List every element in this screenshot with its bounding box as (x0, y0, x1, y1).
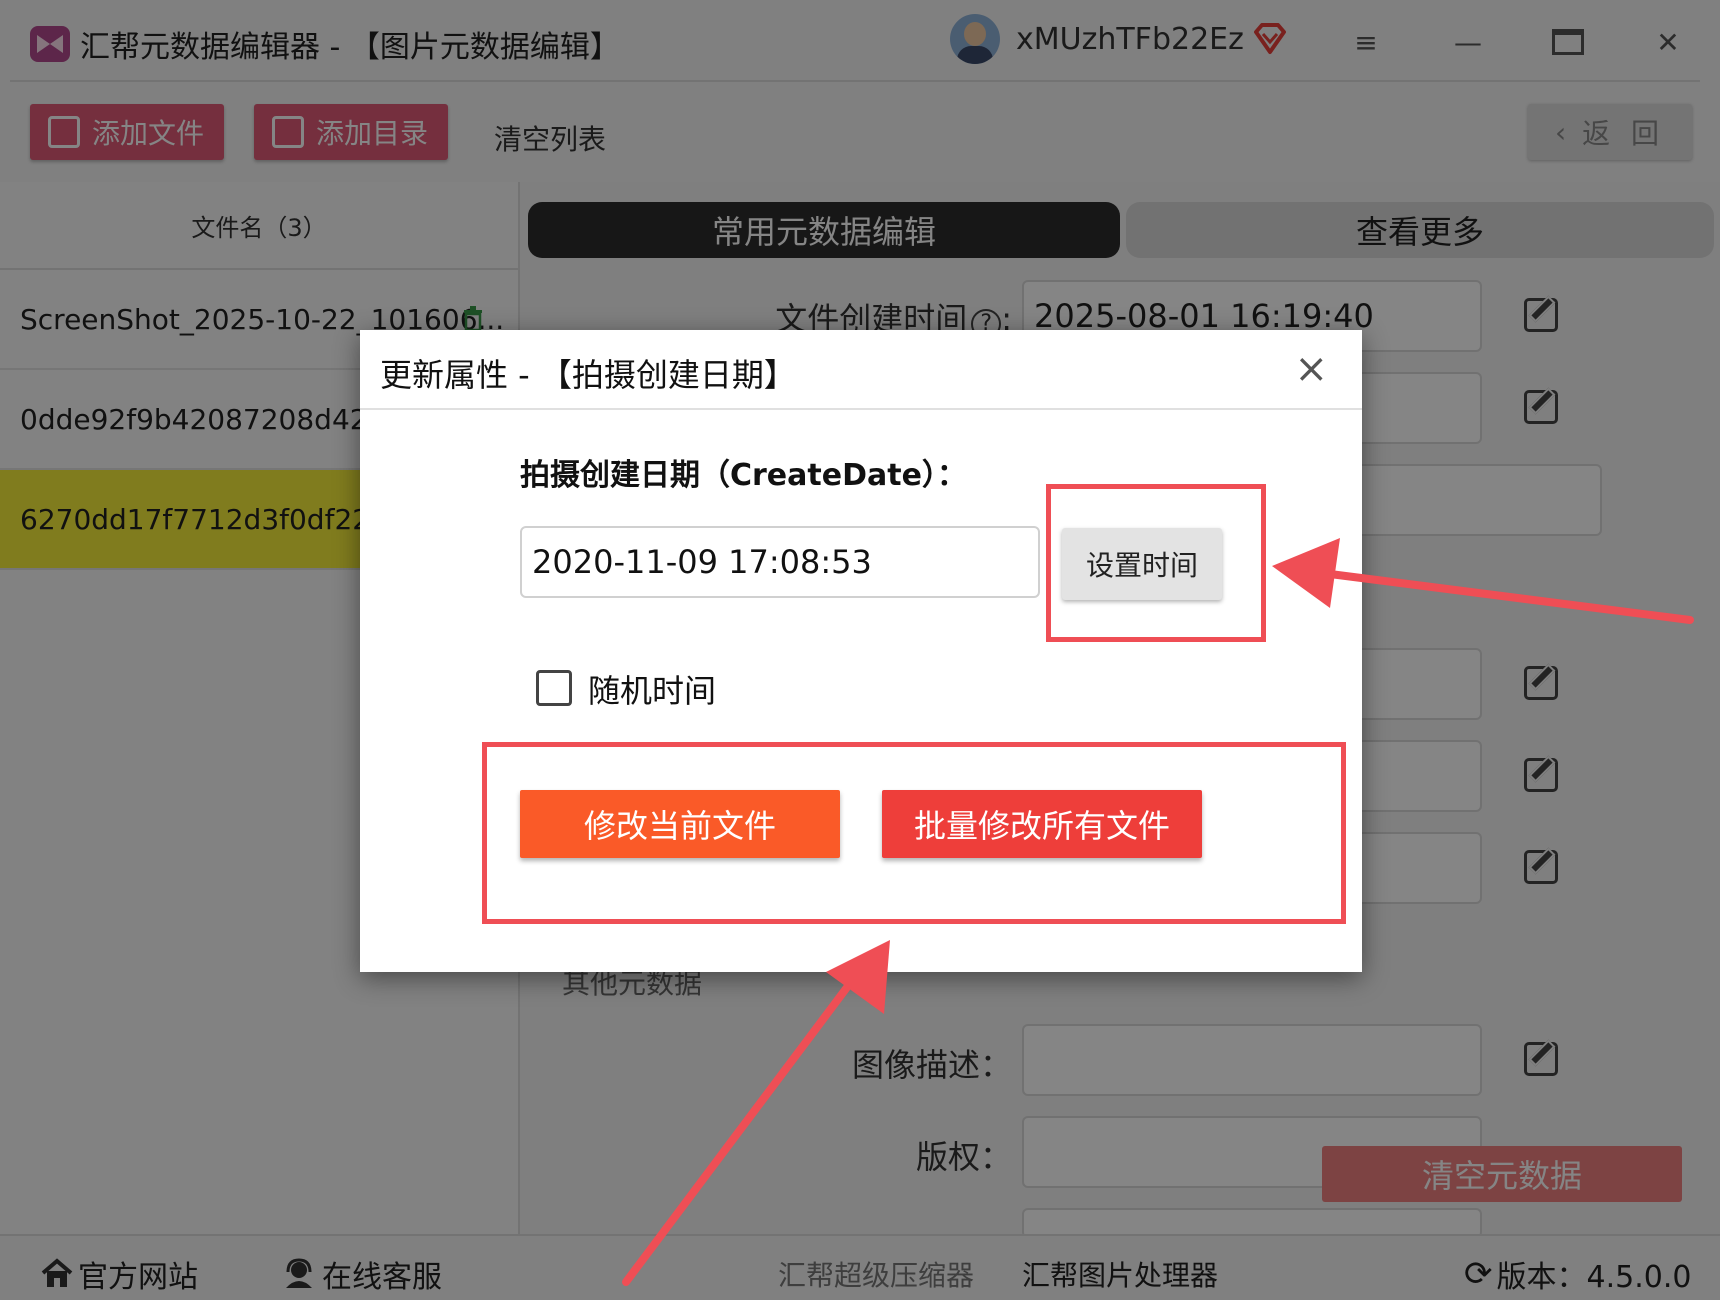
random-time-label[interactable]: 随机时间 (588, 666, 716, 712)
close-icon[interactable]: × (1294, 346, 1328, 392)
dialog-header: 更新属性 - 【拍摄创建日期】 × (360, 330, 1362, 410)
create-date-label: 拍摄创建日期（CreateDate）： (520, 458, 967, 493)
random-time-checkbox[interactable] (536, 670, 572, 706)
create-date-input[interactable] (520, 526, 1040, 598)
dialog-title: 更新属性 - 【拍摄创建日期】 (380, 356, 796, 394)
highlight-box-modify-buttons (482, 742, 1346, 924)
highlight-box-set-time (1046, 484, 1266, 642)
